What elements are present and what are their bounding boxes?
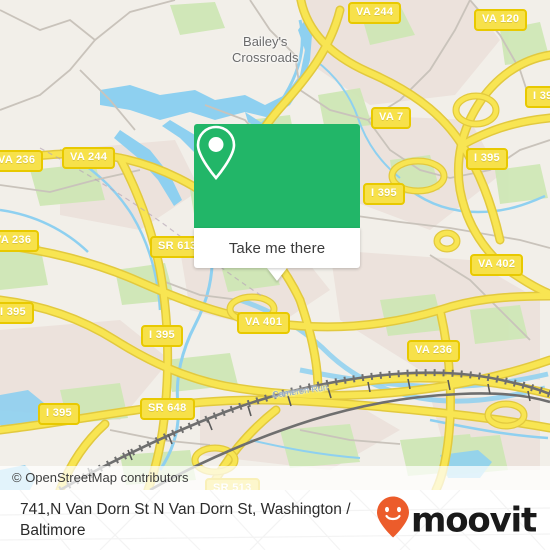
moovit-map-screenshot: Bailey's Crossroads Cameron Run VA 244 V… [0, 0, 550, 550]
road-shield: I 395 [0, 302, 34, 324]
callout-tail [267, 268, 287, 281]
road-shield: VA 236 [407, 340, 461, 362]
address-text: 741,N Van Dorn St N Van Dorn St, Washing… [20, 501, 351, 539]
road-shield: I 395 [525, 86, 550, 108]
callout-image-panel [194, 124, 360, 228]
road-shield: VA 244 [348, 2, 402, 24]
road-shield: VA 402 [470, 254, 524, 276]
road-shield: VA 236 [0, 230, 40, 252]
road-shield: I 395 [466, 148, 508, 170]
road-shield: VA 236 [0, 150, 44, 172]
road-shield: I 395 [363, 183, 405, 205]
map-canvas[interactable]: Bailey's Crossroads Cameron Run VA 244 V… [0, 0, 550, 490]
road-shield: I 395 [141, 325, 183, 347]
road-shield: SR 648 [140, 398, 195, 420]
moovit-smiley-pin-icon [376, 496, 410, 545]
moovit-logo[interactable]: moovit [376, 496, 537, 545]
take-me-there-callout[interactable]: Take me there [194, 124, 360, 281]
road-shield: VA 120 [474, 9, 528, 31]
moovit-wordmark: moovit [410, 500, 537, 540]
road-shield: VA 244 [62, 147, 116, 169]
take-me-there-button[interactable]: Take me there [194, 228, 360, 268]
place-label-baileys-crossroads: Bailey's Crossroads [232, 34, 299, 65]
road-shield: VA 7 [371, 107, 412, 129]
take-me-there-label: Take me there [228, 239, 326, 257]
footer-inner: 741,N Van Dorn St N Van Dorn St, Washing… [0, 490, 550, 550]
road-shield: VA 401 [237, 312, 291, 334]
footer-bar: 741,N Van Dorn St N Van Dorn St, Washing… [0, 490, 550, 550]
road-shield: I 395 [38, 403, 80, 425]
osm-attribution[interactable]: © OpenStreetMap contributors [0, 466, 550, 490]
